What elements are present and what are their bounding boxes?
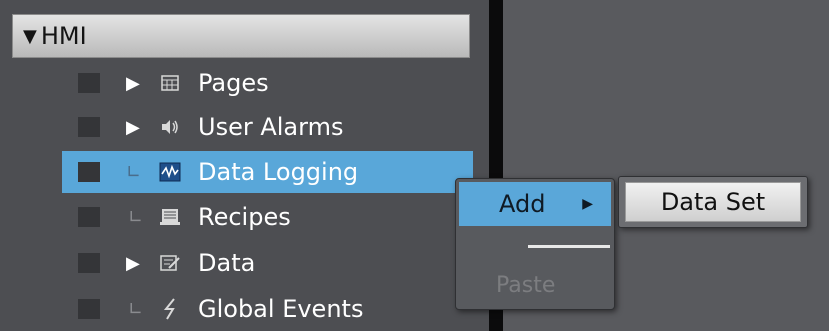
menu-item-data-set[interactable]: Data Set [625,182,801,222]
add-submenu: Data Set [618,176,808,228]
tree-item-recipes[interactable]: ∟ Recipes [0,196,470,238]
item-checkbox[interactable] [78,73,100,93]
tree-root-label: HMI [40,22,87,50]
lightning-icon [158,297,182,321]
speaker-icon [158,115,182,139]
context-menu: Add ▶ Paste [455,178,615,310]
tree-item-data-logging[interactable]: ∟ Data Logging [62,151,473,193]
pages-icon [158,71,182,95]
recipes-icon [158,205,182,229]
item-checkbox[interactable] [78,162,100,182]
tree-root-hmi[interactable]: ▼ HMI [12,14,470,58]
menu-item-add[interactable]: Add ▶ [459,182,611,226]
tree-item-label: Pages [198,69,269,97]
tree-item-label: Recipes [198,203,291,231]
leaf-connector-icon: ∟ [128,298,144,320]
expand-arrow-icon[interactable]: ▶ [126,253,140,274]
tree-item-pages[interactable]: ▶ Pages [0,62,470,104]
data-icon [158,251,182,275]
expand-arrow-icon[interactable]: ▶ [126,117,140,138]
tree-item-global-events[interactable]: ∟ Global Events [0,288,470,330]
item-checkbox[interactable] [78,253,100,273]
menu-item-add-label: Add [499,190,546,218]
submenu-arrow-icon: ▶ [582,196,593,212]
tree-item-data[interactable]: ▶ Data [0,242,470,284]
leaf-connector-icon: ∟ [128,206,144,228]
menu-item-paste[interactable]: Paste [496,273,555,298]
tree-item-user-alarms[interactable]: ▶ User Alarms [0,106,470,148]
tree-item-label: Data [198,249,256,277]
collapse-arrow-icon[interactable]: ▼ [23,26,37,47]
expand-arrow-icon[interactable]: ▶ [126,73,140,94]
leaf-connector-icon: ∟ [126,161,142,183]
item-checkbox[interactable] [78,207,100,227]
item-checkbox[interactable] [78,117,100,137]
tree-item-label: Data Logging [198,158,359,186]
tree-item-label: Global Events [198,295,364,323]
menu-separator [528,245,610,248]
tree-item-label: User Alarms [198,113,344,141]
data-logging-icon [158,160,182,184]
item-checkbox[interactable] [78,299,100,319]
